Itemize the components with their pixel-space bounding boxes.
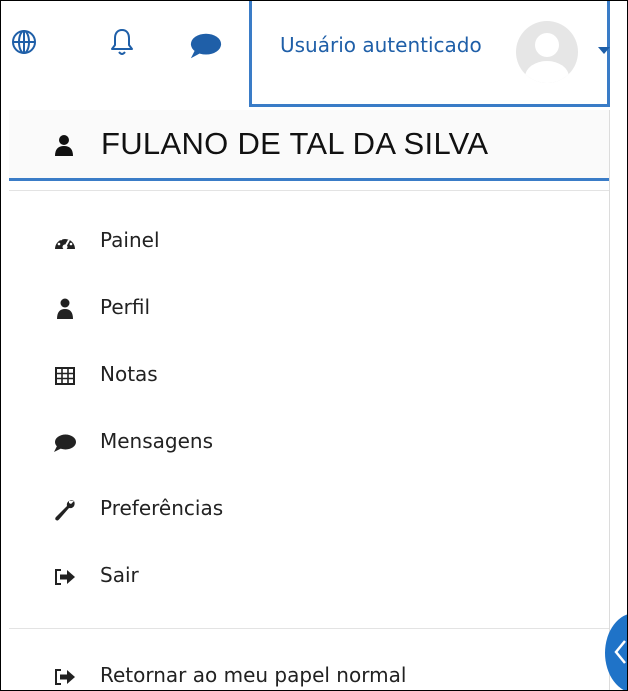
chevron-down-icon [598,47,610,54]
table-icon [53,364,77,388]
menu-item-label: Retornar ao meu papel normal [100,663,407,687]
user-menu-label: Usuário autenticado [280,33,482,57]
user-svg [57,298,73,319]
menu-item-notas[interactable]: Notas [9,348,609,404]
chat-icon[interactable] [189,29,223,63]
user-full-name: FULANO DE TAL DA SILVA [101,126,489,161]
sign-out-icon [53,665,77,689]
avatar-svg [525,33,569,83]
menu-item-label: Notas [100,362,158,386]
user-icon [53,134,75,158]
divider [9,628,609,629]
top-navbar: Usuário autenticado [1,1,627,111]
menu-item-label: Painel [100,228,160,252]
chevron-left-icon [614,640,626,664]
dropdown-header: FULANO DE TAL DA SILVA [9,110,609,181]
menu-item-label: Mensagens [100,429,214,453]
user-icon-svg [55,135,73,156]
dashboard-svg [55,235,75,250]
wrench-svg [55,500,75,521]
bell-icon[interactable] [105,25,139,59]
wrench-icon [53,498,77,522]
chat-icon [53,431,77,455]
sign-out-icon [53,565,77,589]
message-svg [54,434,76,452]
table-svg [55,367,75,385]
divider [9,190,609,191]
menu-item-preferencias[interactable]: Preferências [9,482,609,538]
menu-item-mensagens[interactable]: Mensagens [9,415,609,471]
bell-svg [111,29,133,55]
chat-svg [190,33,222,59]
user-icon [53,297,77,321]
menu-item-label: Sair [100,563,139,587]
menu-item-perfil[interactable]: Perfil [9,281,609,337]
menu-item-label: Preferências [100,496,224,520]
sign-out-svg [55,669,75,685]
user-dropdown-menu: FULANO DE TAL DA SILVA Painel Perfil Not… [9,110,610,690]
globe-icon[interactable] [7,25,41,59]
sign-out-svg [55,569,75,585]
user-menu-toggle[interactable]: Usuário autenticado [249,1,610,107]
menu-item-label: Perfil [100,295,151,319]
screenshot-frame: Usuário autenticado FULANO DE TAL DA SIL… [0,0,628,691]
globe-svg [12,30,36,54]
avatar [516,21,578,83]
menu-item-retornar-papel[interactable]: Retornar ao meu papel normal [9,649,609,690]
menu-item-painel[interactable]: Painel [9,214,609,270]
dashboard-icon [53,230,77,254]
menu-item-sair[interactable]: Sair [9,549,609,605]
